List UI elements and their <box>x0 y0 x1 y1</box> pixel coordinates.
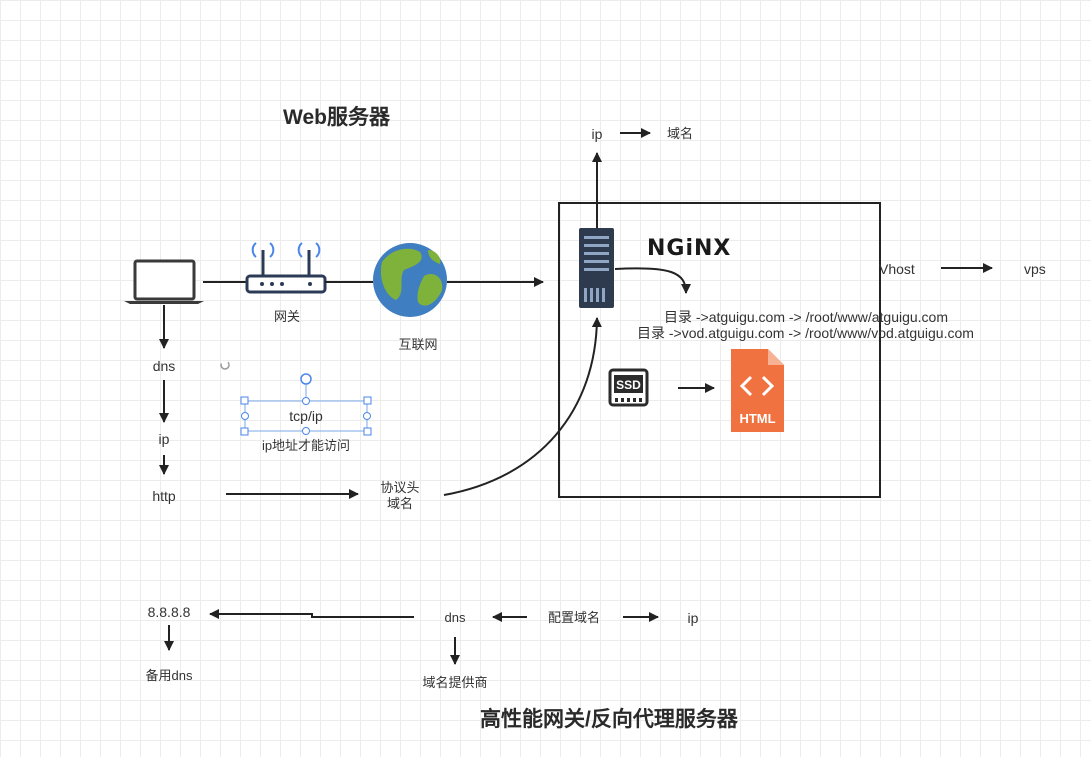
label-bottom-dns: dns <box>444 610 466 625</box>
label-dns-primary: 8.8.8.8 <box>147 604 191 620</box>
label-configure-domain: 配置域名 <box>547 610 601 625</box>
tcp-selection-box[interactable] <box>240 373 372 436</box>
title-web-server: Web服务器 <box>283 106 390 129</box>
label-dns: dns <box>152 358 176 374</box>
diagram-canvas: Web服务器 高性能网关/反向代理服务器 ip 域名 网关 互联网 NGiNX … <box>0 0 1091 757</box>
loading-ring-icon <box>220 360 230 370</box>
label-protocol-domain: 域名 <box>386 496 414 511</box>
label-vhost: Vhost <box>879 261 915 277</box>
laptop-icon <box>124 259 204 304</box>
title-gateway-proxy: 高性能网关/反向代理服务器 <box>480 708 738 731</box>
label-domain-provider: 域名提供商 <box>422 675 488 690</box>
dir-mapping-line-1: 目录 ->atguigu.com -> /root/www/atguigu.co… <box>664 309 949 325</box>
globe-icon <box>373 243 447 317</box>
label-http: http <box>152 488 176 504</box>
label-dns-backup: 备用dns <box>145 668 193 683</box>
diagram-shapes <box>124 128 993 665</box>
server-tower-icon <box>579 228 614 308</box>
html-label: HTML <box>739 411 776 426</box>
arrow-server-directory <box>614 267 691 294</box>
label-ip-only-access: ip地址才能访问 <box>261 438 351 453</box>
arrow-dns-primary <box>209 609 414 619</box>
label-top-domain: 域名 <box>667 126 694 141</box>
arrow-protocol-server <box>443 317 602 496</box>
label-vps: vps <box>1024 261 1046 277</box>
label-ip: ip <box>158 431 170 447</box>
router-icon <box>245 242 327 294</box>
label-bottom-ip: ip <box>687 610 699 626</box>
label-protocol-header: 协议头 <box>380 480 420 495</box>
label-tcp-ip[interactable]: tcp/ip <box>289 408 322 424</box>
label-top-ip: ip <box>591 126 603 142</box>
label-gateway: 网关 <box>273 309 301 324</box>
label-internet: 互联网 <box>398 337 438 352</box>
dir-mapping-line-2: 目录 ->vod.atguigu.com -> /root/www/vod.at… <box>637 325 974 341</box>
nginx-logo: NGiNX <box>647 236 732 261</box>
ssd-label: SSD <box>616 378 641 392</box>
